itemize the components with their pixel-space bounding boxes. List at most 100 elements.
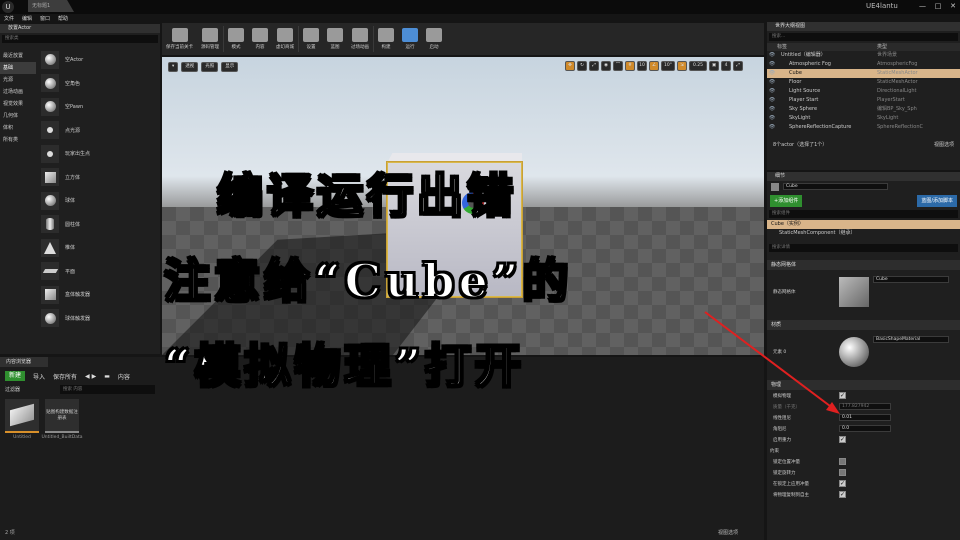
visibility-eye-icon[interactable]: 👁 (767, 87, 777, 96)
outliner-row[interactable]: 👁 Player Start PlayerStart (767, 96, 960, 105)
static-mesh-section[interactable]: 静态网格体 (767, 260, 960, 270)
grid-snap-icon[interactable]: # (625, 61, 635, 71)
visibility-eye-icon[interactable]: 👁 (767, 51, 777, 60)
gravity-checkbox[interactable]: ✓ (839, 436, 846, 443)
place-item[interactable]: 圆柱体 (38, 213, 160, 237)
rotation-snap-value[interactable]: 10° (661, 61, 675, 71)
camera-speed-icon[interactable]: ▣ (709, 61, 719, 71)
menu-window[interactable]: 窗口 (40, 15, 50, 22)
toolbar-button-2[interactable]: 模式 (224, 23, 248, 55)
menu-edit[interactable]: 编辑 (22, 15, 32, 22)
menu-file[interactable]: 文件 (4, 15, 14, 22)
outliner-search-input[interactable]: 搜索... (769, 33, 958, 41)
place-category-6[interactable]: 体积 (0, 122, 36, 134)
toolbar-button-9[interactable]: 运行 (398, 23, 422, 55)
lit-button[interactable]: 光照 (201, 62, 219, 72)
component-row[interactable]: StaticMeshComponent（继承） (767, 229, 960, 238)
place-item[interactable]: 椎体 (38, 236, 160, 260)
minimize-icon[interactable]: — (919, 0, 926, 12)
outliner-view-options[interactable]: 视图选项 (934, 141, 954, 150)
place-category-2[interactable]: 光源 (0, 74, 36, 86)
visibility-eye-icon[interactable]: 👁 (767, 78, 777, 87)
place-item[interactable]: 空角色 (38, 72, 160, 96)
place-category-1[interactable]: 基础 (0, 62, 36, 74)
place-item[interactable]: 点光源 (38, 119, 160, 143)
asset-tile[interactable]: Untitled (5, 399, 39, 440)
visibility-eye-icon[interactable]: 👁 (767, 114, 777, 123)
grid-snap-value[interactable]: 10 (637, 61, 647, 71)
place-item[interactable]: 玩家出生点 (38, 142, 160, 166)
place-item[interactable]: 球体触发器 (38, 307, 160, 331)
content-view-options[interactable]: 视图选项 (718, 529, 738, 536)
back-forward-icon[interactable]: ◀ ▶ (85, 373, 96, 380)
close-icon[interactable]: ✕ (950, 0, 956, 12)
rotation-snap-icon[interactable]: ∠ (649, 61, 659, 71)
place-category-7[interactable]: 所有类 (0, 134, 36, 146)
content-browser-tab[interactable]: 内容浏览器 (0, 357, 48, 367)
outliner-row[interactable]: 👁 SphereReflectionCapture SphereReflection… (767, 123, 960, 132)
toolbar-button-7[interactable]: 过场动画 (347, 23, 373, 55)
viewport-menu-button[interactable]: ▾ (168, 62, 179, 72)
import-button[interactable]: 导入 (33, 372, 45, 381)
visibility-eye-icon[interactable]: 👁 (767, 96, 777, 105)
filter-button[interactable]: 过滤器 (5, 386, 20, 393)
toolbar-button-3[interactable]: 内容 (248, 23, 272, 55)
lock-rotation-checkbox[interactable] (839, 469, 846, 476)
place-item[interactable]: 空Pawn (38, 95, 160, 119)
camera-speed-value[interactable]: 4 (721, 61, 731, 71)
toolbar-button-5[interactable]: 设置 (299, 23, 323, 55)
lock-axis-checkbox[interactable]: ✓ (839, 480, 846, 487)
instance-row[interactable]: Cube（实例） (767, 220, 960, 229)
unreal-logo-icon[interactable]: U (2, 1, 14, 13)
toolbar-button-0[interactable]: 保存当前关卡 (162, 23, 197, 55)
world-local-icon[interactable]: ◉ (601, 61, 611, 71)
mesh-dropdown[interactable]: Cube (873, 276, 949, 283)
toolbar-button-10[interactable]: 启动 (422, 23, 446, 55)
content-search-input[interactable]: 搜索 内容 (60, 385, 155, 394)
angular-damping-field[interactable]: 0.0 (839, 425, 891, 432)
scale-snap-value[interactable]: 0.25 (689, 61, 707, 71)
place-category-3[interactable]: 过场动画 (0, 86, 36, 98)
place-item[interactable]: 立方体 (38, 166, 160, 190)
rotate-mode-icon[interactable]: ↻ (577, 61, 587, 71)
visibility-eye-icon[interactable]: 👁 (767, 105, 777, 114)
simulate-physics-checkbox[interactable]: ✓ (839, 392, 846, 399)
place-item[interactable]: 盒体触发器 (38, 283, 160, 307)
blueprint-script-button[interactable]: 蓝图/添加脚本 (917, 195, 957, 207)
show-button[interactable]: 显示 (221, 62, 239, 72)
linear-damping-field[interactable]: 0.01 (839, 414, 891, 421)
constraints-row[interactable]: 约束 (767, 445, 960, 456)
outliner-row[interactable]: 👁 SkyLight SkyLight (767, 114, 960, 123)
new-button[interactable]: 新建 (5, 371, 26, 381)
world-outliner-tab[interactable]: 世界大纲视图 (767, 22, 960, 31)
visibility-eye-icon[interactable]: 👁 (767, 123, 777, 132)
outliner-row[interactable]: 👁 Light Source DirectionalLight (767, 87, 960, 96)
add-component-button[interactable]: +添加组件 (770, 195, 803, 207)
level-tab[interactable]: 无标题1 (28, 0, 74, 12)
toolbar-button-6[interactable]: 蓝图 (323, 23, 347, 55)
outliner-row[interactable]: 👁 Untitled（编辑器） 世界场景 (767, 51, 960, 60)
material-dropdown[interactable]: BasicShapeMaterial (873, 336, 949, 343)
place-item[interactable]: 球体 (38, 189, 160, 213)
perspective-button[interactable]: 透视 (181, 62, 199, 72)
place-actors-tab[interactable]: 放置Actor (0, 24, 160, 33)
type-column-header[interactable]: 类型 (877, 43, 887, 51)
place-category-4[interactable]: 视觉效果 (0, 98, 36, 110)
place-category-5[interactable]: 几何体 (0, 110, 36, 122)
maximize-viewport-icon[interactable]: ⤢ (733, 61, 743, 71)
details-tab[interactable]: 细节 (767, 172, 960, 181)
label-column-header[interactable]: 标签 (777, 43, 877, 51)
scale-snap-icon[interactable]: ⇲ (677, 61, 687, 71)
save-all-button[interactable]: 保存所有 (53, 372, 77, 381)
visibility-eye-icon[interactable]: 👁 (767, 69, 777, 78)
maximize-icon[interactable]: □ (935, 0, 942, 12)
toolbar-button-4[interactable]: 虚幻商城 (272, 23, 298, 55)
component-search-input[interactable]: 搜索组件 (769, 210, 958, 218)
actor-name-field[interactable]: Cube (783, 183, 888, 190)
lock-position-checkbox[interactable] (839, 458, 846, 465)
content-path[interactable]: 内容 (118, 372, 130, 381)
toolbar-button-1[interactable]: 源码管理 (197, 23, 223, 55)
place-search-input[interactable]: 搜索类 (2, 35, 158, 43)
details-search-input[interactable]: 搜索详情 (769, 244, 958, 252)
place-category-0[interactable]: 最近放置 (0, 50, 36, 62)
